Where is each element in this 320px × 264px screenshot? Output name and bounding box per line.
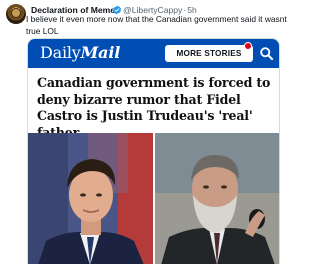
dailymail-logo[interactable]: DailyMail [40,43,120,62]
tweet-text: I believe it even more now that the Cana… [26,14,287,36]
trudeau-illustration [28,133,153,264]
avatar[interactable] [6,4,26,24]
logo-mail: Mail [80,43,121,62]
article-headline[interactable]: Canadian government is forced to deny bi… [37,75,277,141]
trudeau-photo [28,133,153,264]
notification-dot [244,42,252,50]
more-stories-button[interactable]: MORE STORIES [165,45,253,62]
logo-daily: Daily [40,43,81,62]
castro-photo [155,133,279,264]
search-icon[interactable] [259,46,274,61]
dailymail-header: DailyMail MORE STORIES [28,39,279,68]
castro-illustration [155,133,279,264]
link-card[interactable]: DailyMail MORE STORIES Canadian governme… [27,38,280,264]
